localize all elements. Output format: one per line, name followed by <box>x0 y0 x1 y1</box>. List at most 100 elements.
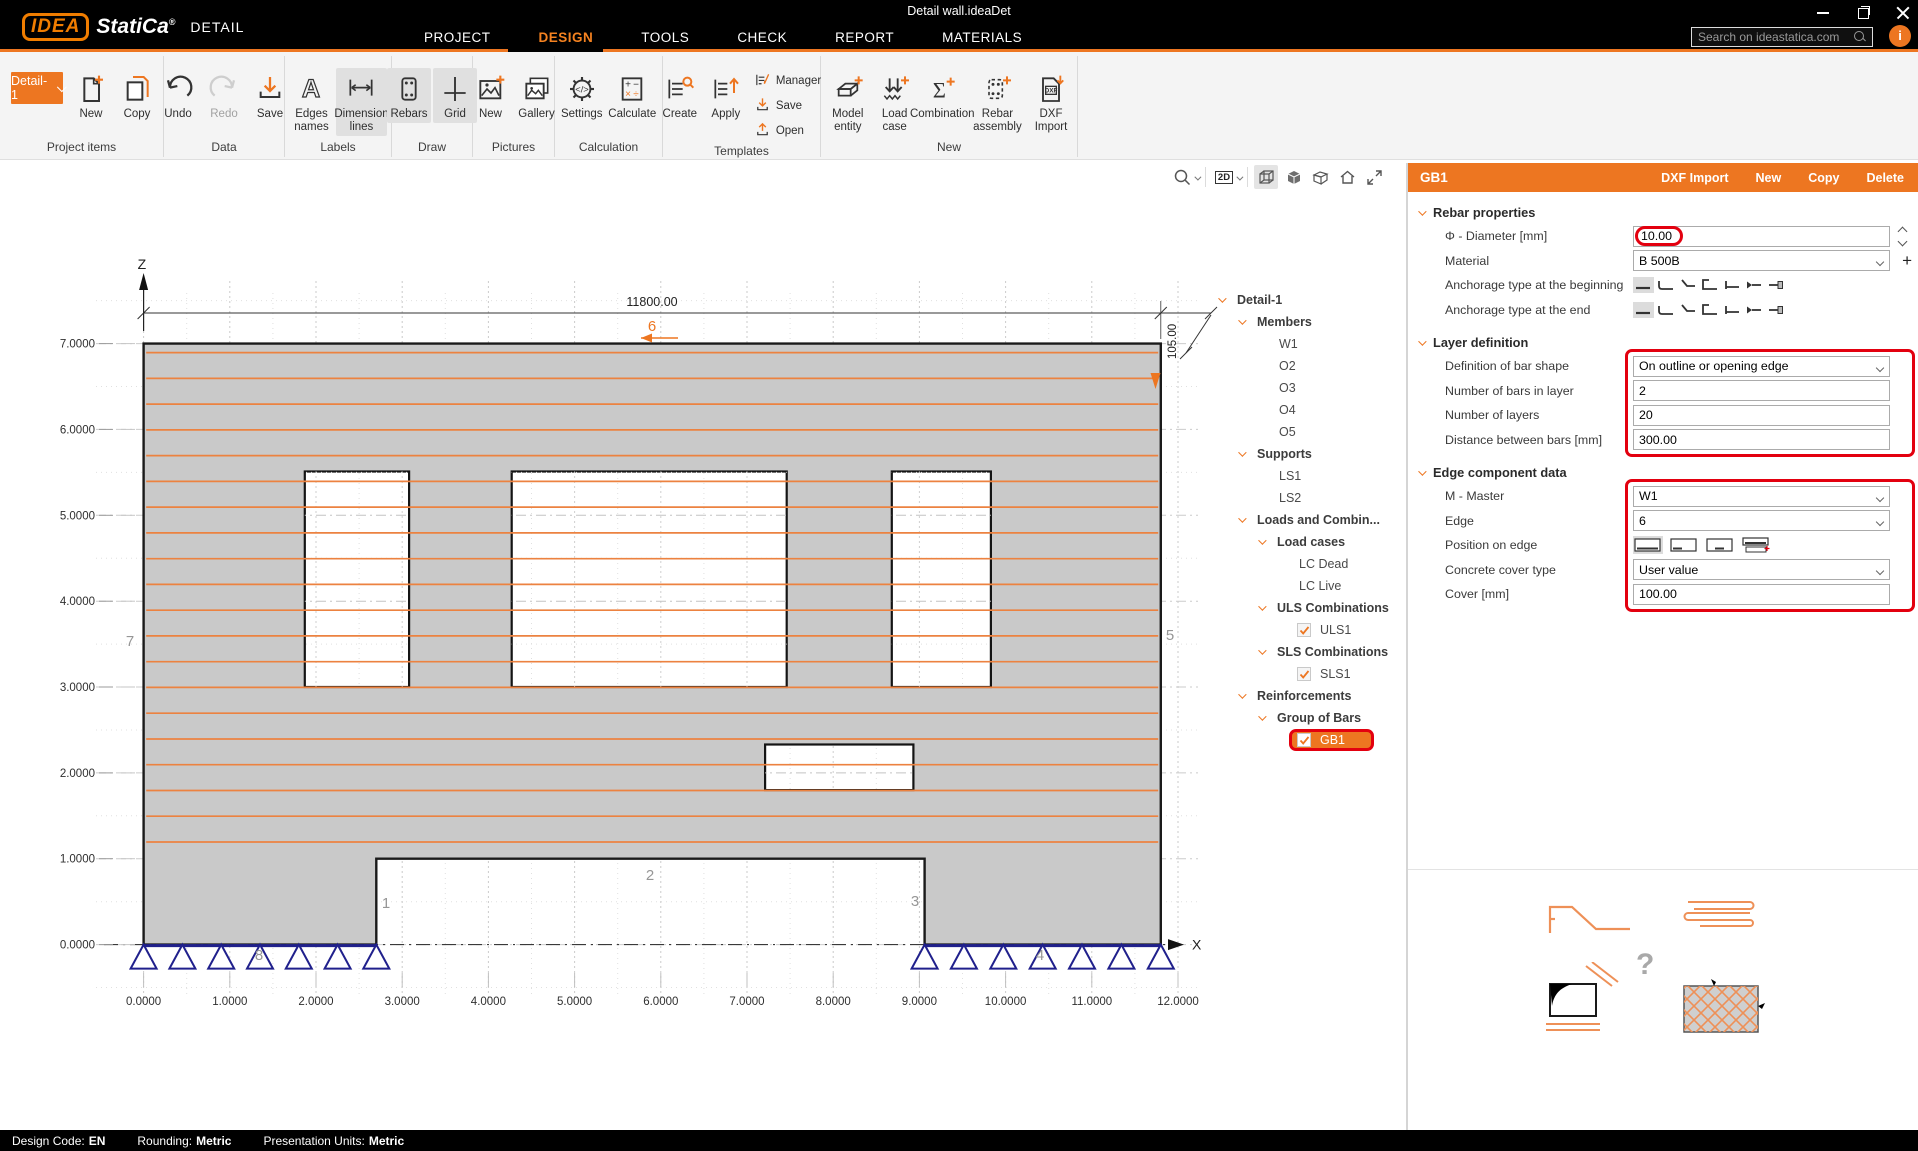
tree-item-uls1[interactable]: ULS1 <box>1210 619 1406 641</box>
tree-item-sls-combinations[interactable]: SLS Combinations <box>1210 641 1406 663</box>
field-edge[interactable]: 6 <box>1633 510 1890 531</box>
anchorage-type-icon-6[interactable] <box>1743 277 1764 293</box>
fit-view-icon[interactable] <box>1362 165 1386 189</box>
spinner-icon[interactable] <box>1899 228 1906 245</box>
ribbon-button-edges-names[interactable]: A Edges names <box>289 68 334 136</box>
anchorage-type-icon-5[interactable] <box>1721 302 1742 318</box>
anchorage-type-icon-6[interactable] <box>1743 302 1764 318</box>
maximize-icon[interactable] <box>1856 5 1870 19</box>
anchorage-type-icon-3[interactable] <box>1677 277 1698 293</box>
tree-item-detail-1[interactable]: Detail-1 <box>1210 289 1406 311</box>
ribbon-button-copy[interactable]: Copy <box>115 68 159 123</box>
chevron-down-icon[interactable] <box>1258 536 1266 544</box>
ribbon-button-save[interactable]: Save <box>750 95 825 117</box>
chevron-down-icon[interactable] <box>1258 646 1266 654</box>
section-layer-definition[interactable]: Layer definition <box>1418 335 1918 350</box>
ribbon-button-redo[interactable]: Redo <box>202 68 246 123</box>
ribbon-button-dxf-import[interactable]: DXF DXF Import <box>1029 68 1073 136</box>
view-mode-button[interactable]: 2D <box>1212 165 1236 189</box>
field-number-of-bars-in-layer[interactable]: 2 <box>1633 380 1890 401</box>
tab-check[interactable]: CHECK <box>713 24 811 52</box>
tree-item-o3[interactable]: O3 <box>1210 377 1406 399</box>
panel-action-delete[interactable]: Delete <box>1866 171 1904 185</box>
search-icon[interactable] <box>1854 31 1866 43</box>
panel-action-new[interactable]: New <box>1756 171 1782 185</box>
tree-item-ls2[interactable]: LS2 <box>1210 487 1406 509</box>
ribbon-button-model-entity[interactable]: Model entity <box>825 68 871 136</box>
anchorage-type-icon-3[interactable] <box>1677 302 1698 318</box>
section-edge-component-data[interactable]: Edge component data <box>1418 465 1918 480</box>
chevron-down-icon[interactable] <box>1238 514 1246 522</box>
chevron-down-icon[interactable] <box>1238 690 1246 698</box>
chevron-down-icon[interactable] <box>1218 294 1226 302</box>
tree-item-group-of-bars[interactable]: Group of Bars <box>1210 707 1406 729</box>
minimize-icon[interactable] <box>1816 5 1830 19</box>
chevron-down-icon[interactable] <box>1238 448 1246 456</box>
tree-item-o4[interactable]: O4 <box>1210 399 1406 421</box>
field-definition-of-bar-shape[interactable]: On outline or opening edge <box>1633 356 1890 377</box>
field-cover-mm[interactable]: 100.00 <box>1633 584 1890 605</box>
anchorage-type-icon-1[interactable] <box>1633 302 1654 318</box>
tree-item-gb1[interactable]: GB1 <box>1210 729 1406 751</box>
ribbon-button-gallery[interactable]: Gallery <box>515 68 559 123</box>
anchorage-type-icon-7[interactable] <box>1765 277 1786 293</box>
anchorage-type-icon-1[interactable] <box>1633 277 1654 293</box>
tree-item-o2[interactable]: O2 <box>1210 355 1406 377</box>
field-m-master[interactable]: W1 <box>1633 486 1890 507</box>
ribbon-button-rebars[interactable]: Rebars <box>387 68 431 123</box>
close-icon[interactable] <box>1896 5 1910 19</box>
zoom-tool-dropdown-icon[interactable] <box>1194 168 1199 186</box>
tree-item-lc-live[interactable]: LC Live <box>1210 575 1406 597</box>
tree-item-lc-dead[interactable]: LC Dead <box>1210 553 1406 575</box>
tree-item-o5[interactable]: O5 <box>1210 421 1406 443</box>
tree-item-loads-and-combin[interactable]: Loads and Combin... <box>1210 509 1406 531</box>
ribbon-button-create[interactable]: Create <box>658 68 702 123</box>
tab-design[interactable]: DESIGN <box>515 24 618 52</box>
position-on-edge-icon-3[interactable] <box>1705 536 1735 554</box>
field-concrete-cover-type[interactable]: User value <box>1633 559 1890 580</box>
ribbon-button-load-case[interactable]: Load case <box>873 68 917 136</box>
info-button[interactable]: i <box>1889 25 1911 47</box>
detail-selector[interactable]: Detail-1 <box>11 72 63 104</box>
ribbon-button-combination[interactable]: Σ Combination <box>919 68 966 123</box>
anchorage-type-icon-4[interactable] <box>1699 277 1720 293</box>
field-number-of-layers[interactable]: 20 <box>1633 405 1890 426</box>
tree-item-supports[interactable]: Supports <box>1210 443 1406 465</box>
tab-materials[interactable]: MATERIALS <box>918 24 1046 52</box>
field-distance-between-bars-mm[interactable]: 300.00 <box>1633 429 1890 450</box>
ribbon-button-dimension-lines[interactable]: Dimension lines <box>336 68 387 136</box>
search-input[interactable] <box>1698 30 1854 44</box>
section-view-icon[interactable] <box>1308 165 1332 189</box>
ribbon-button-undo[interactable]: Undo <box>156 68 200 123</box>
ribbon-button-settings[interactable]: </> Settings <box>559 68 604 123</box>
anchorage-type-icon-2[interactable] <box>1655 302 1676 318</box>
tree-item-load-cases[interactable]: Load cases <box>1210 531 1406 553</box>
home-view-icon[interactable] <box>1335 165 1359 189</box>
ribbon-button-apply[interactable]: Apply <box>704 68 748 123</box>
ribbon-button-open[interactable]: Open <box>750 120 825 142</box>
search-box[interactable] <box>1691 27 1873 47</box>
position-on-edge-icon-2[interactable] <box>1669 536 1699 554</box>
position-on-edge-icon-4[interactable] <box>1741 536 1771 554</box>
anchorage-type-icon-5[interactable] <box>1721 277 1742 293</box>
anchorage-type-icon-7[interactable] <box>1765 302 1786 318</box>
tab-report[interactable]: REPORT <box>811 24 918 52</box>
tab-project[interactable]: PROJECT <box>400 24 515 52</box>
panel-action-copy[interactable]: Copy <box>1808 171 1839 185</box>
ribbon-button-rebar-assembly[interactable]: Rebar assembly <box>968 68 1027 136</box>
chevron-down-icon[interactable] <box>1238 316 1246 324</box>
ribbon-button-manager[interactable]: Manager <box>750 70 825 92</box>
checkbox-checked-icon[interactable] <box>1297 667 1311 681</box>
field-material[interactable]: B 500B <box>1633 250 1890 271</box>
anchorage-type-icon-4[interactable] <box>1699 302 1720 318</box>
tree-item-members[interactable]: Members <box>1210 311 1406 333</box>
tree-item-ls1[interactable]: LS1 <box>1210 465 1406 487</box>
tab-tools[interactable]: TOOLS <box>617 24 713 52</box>
ribbon-button-calculate[interactable]: +−×÷ Calculate <box>606 68 658 123</box>
tree-item-uls-combinations[interactable]: ULS Combinations <box>1210 597 1406 619</box>
solid-view-icon[interactable] <box>1281 165 1305 189</box>
drawing-canvas[interactable]: 11800.00 105.006 Z X 0.00001.00002.00003… <box>0 163 1406 1130</box>
wireframe-view-icon[interactable] <box>1254 165 1278 189</box>
anchorage-type-icon-2[interactable] <box>1655 277 1676 293</box>
tree-item-w1[interactable]: W1 <box>1210 333 1406 355</box>
